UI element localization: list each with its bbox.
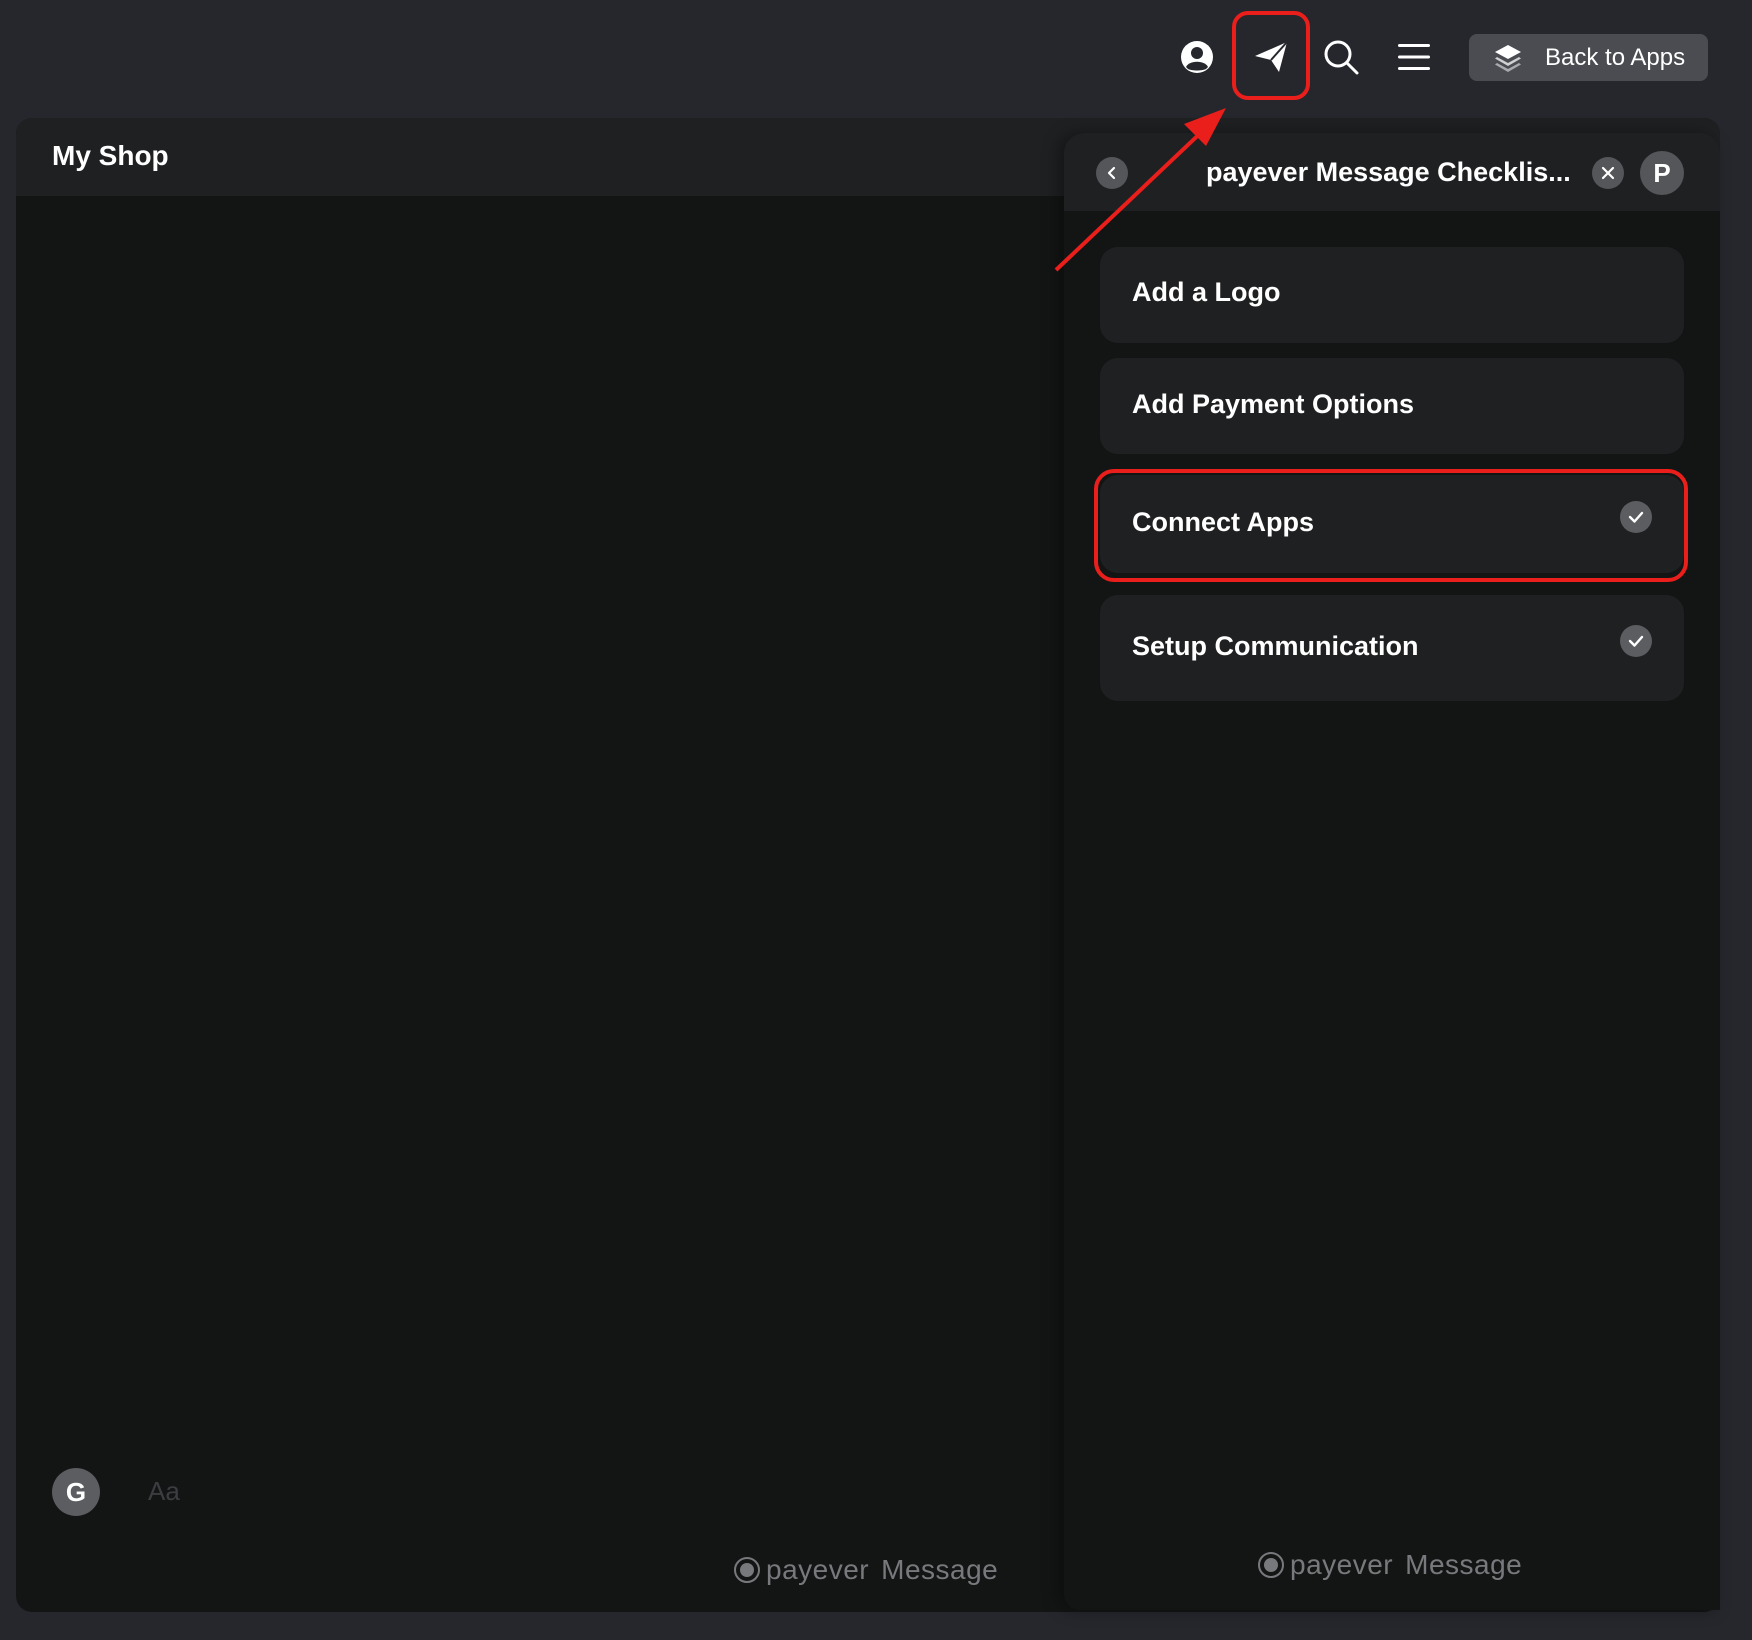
back-button[interactable] <box>1096 157 1128 189</box>
close-button[interactable] <box>1592 157 1624 189</box>
connect-apps-highlight <box>1094 469 1688 582</box>
message-input[interactable]: Aa <box>148 1476 180 1507</box>
checklist-panel: payever Message Checklis... P Add a Logo… <box>1064 133 1720 1610</box>
avatar[interactable]: P <box>1640 151 1684 195</box>
task-label: Setup Communication <box>1132 631 1419 661</box>
task-add-payment-options[interactable]: Add Payment Options <box>1100 358 1684 454</box>
page-title: My Shop <box>52 140 169 171</box>
brand-logo: payever Message <box>734 1554 998 1586</box>
brand-dot-icon <box>734 1557 760 1583</box>
user-circle-icon[interactable] <box>1178 38 1216 76</box>
brand-dot-icon <box>1258 1552 1284 1578</box>
back-to-apps-label: Back to Apps <box>1545 44 1686 71</box>
panel-header: payever Message Checklis... P <box>1064 133 1720 211</box>
layers-icon <box>1493 43 1523 78</box>
send-icon-highlight <box>1232 11 1310 100</box>
task-label: Add Payment Options <box>1132 389 1415 419</box>
brand-logo: payever Message <box>1258 1549 1522 1581</box>
task-add-logo[interactable]: Add a Logo <box>1100 247 1684 343</box>
back-to-apps-button[interactable]: Back to Apps <box>1469 34 1708 81</box>
check-icon <box>1620 625 1652 657</box>
panel-title: payever Message Checklis... <box>1206 157 1571 187</box>
brand-name: payever <box>1290 1549 1394 1580</box>
brand-name: payever <box>766 1554 870 1585</box>
chevron-left-icon <box>1107 166 1116 180</box>
brand-product: Message <box>881 1554 999 1585</box>
task-setup-communication[interactable]: Setup Communication <box>1100 595 1684 701</box>
close-icon <box>1601 166 1615 180</box>
top-bar: Back to Apps <box>0 0 1752 116</box>
search-icon[interactable] <box>1320 36 1362 78</box>
avatar[interactable]: G <box>52 1468 100 1516</box>
task-label: Add a Logo <box>1132 277 1281 307</box>
brand-product: Message <box>1405 1549 1523 1580</box>
menu-icon[interactable] <box>1392 38 1436 76</box>
